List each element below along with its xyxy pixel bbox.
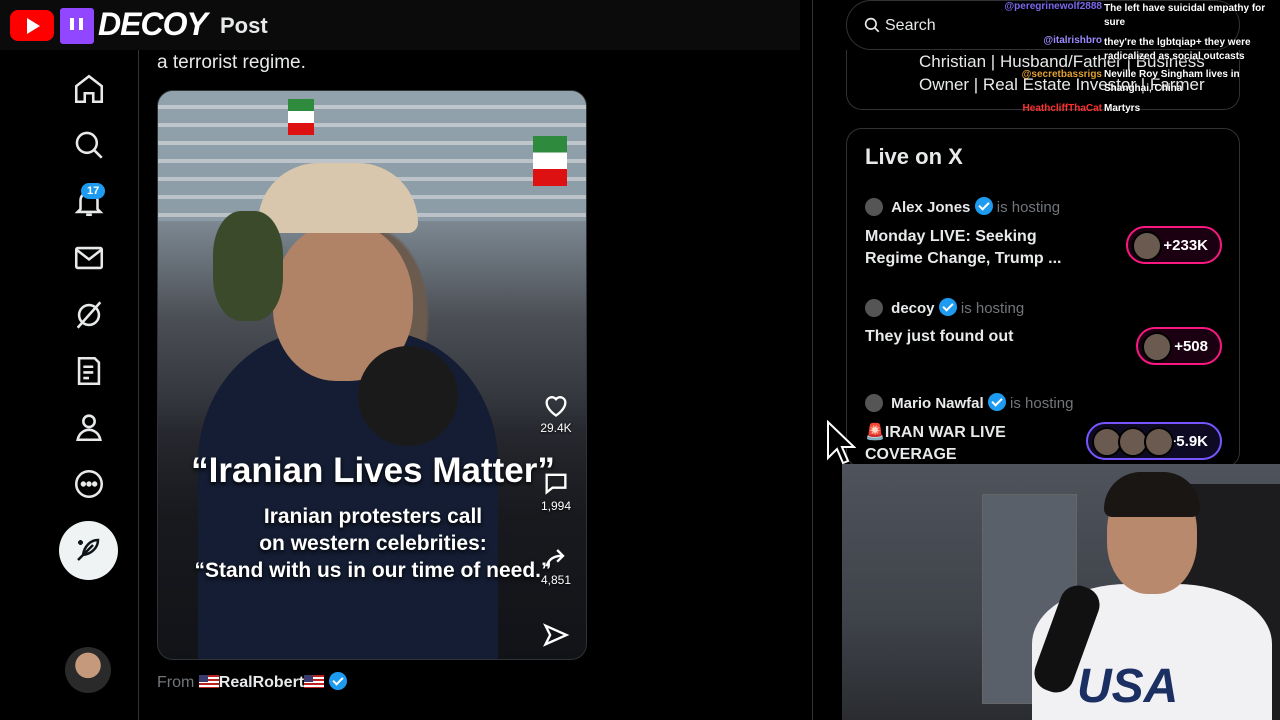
chat-username: @italrishbro (1043, 35, 1102, 46)
verified-badge-icon (974, 197, 993, 215)
post-source: From RealRobert (157, 672, 347, 692)
column-divider (812, 0, 813, 720)
live-listeners-button[interactable]: +233K (1126, 226, 1222, 264)
feather-icon (77, 538, 100, 561)
more-icon[interactable] (72, 467, 106, 501)
verified-badge-icon (328, 672, 347, 690)
home-icon[interactable] (72, 72, 106, 106)
chat-username: HeathcliffThaCat (1022, 103, 1102, 114)
from-label: From (157, 674, 195, 691)
live-title-line: Regime Change, Trump ... (865, 250, 1062, 267)
search-input[interactable]: Search (885, 17, 936, 35)
profile-icon[interactable] (72, 410, 106, 444)
messages-icon[interactable] (72, 241, 106, 275)
streamer-hair (1104, 472, 1200, 517)
live-title-line: They just found out (865, 328, 1014, 345)
host-name: Mario Nawfal (891, 395, 984, 412)
chat-username: @peregrinewolf2888 (1004, 1, 1102, 12)
video-comment-button[interactable]: 1,994 (538, 469, 574, 513)
video-microphone (358, 346, 458, 446)
chat-text: Neville Roy Singham lives in Shanghai, C… (1104, 69, 1240, 94)
host-avatar (865, 198, 883, 216)
send-icon (543, 623, 570, 647)
live-title[interactable]: They just found out (865, 326, 1080, 348)
chat-username: @secretbassrigs (1021, 69, 1102, 80)
live-title-line: COVERAGE (865, 446, 957, 463)
page-title: Post (220, 13, 268, 38)
video-hand-gesture (213, 211, 283, 321)
comment-count: 1,994 (540, 499, 572, 513)
live-title[interactable]: Monday LIVE: Seeking Regime Change, Trum… (865, 226, 1080, 270)
nav-divider (138, 50, 139, 720)
hosting-label: is hosting (960, 300, 1025, 317)
us-flag-icon (198, 675, 219, 688)
share-count: 4,851 (540, 573, 572, 587)
iran-flag (288, 99, 314, 135)
iran-flag (533, 136, 567, 186)
live-panel-title: Live on X (865, 144, 963, 169)
live-host-row[interactable]: Alex Jones is hosting (865, 197, 1060, 216)
live-host-row[interactable]: Mario Nawfal is hosting (865, 393, 1073, 412)
mouse-cursor-icon (827, 420, 856, 465)
listener-count: +233K (1163, 236, 1208, 254)
video-like-button[interactable]: 29.4K (538, 391, 574, 435)
notifications-badge: 17 (81, 183, 106, 199)
live-listeners-button[interactable]: +508 (1136, 327, 1222, 365)
compose-post-button[interactable] (59, 521, 118, 580)
caption-line: on western celebrities: (259, 532, 487, 555)
video-caption-title: “Iranian Lives Matter” (191, 451, 555, 490)
youtube-logo-icon (10, 10, 54, 41)
live-title-line: 🚨IRAN WAR LIVE (865, 424, 1006, 441)
verified-badge-icon (938, 298, 957, 316)
stream-branding-bar: DECOY Post (0, 0, 800, 50)
twitch-logo-icon (60, 8, 94, 44)
post-video[interactable]: “Iranian Lives Matter” Iranian protester… (157, 90, 587, 660)
host-name: decoy (891, 300, 935, 317)
channel-name: DECOY (98, 6, 208, 42)
search-icon (864, 17, 880, 33)
chat-text: Martyrs (1104, 103, 1141, 114)
articles-icon[interactable] (72, 354, 106, 388)
chat-text: The left have suicidal empathy for sure (1104, 3, 1266, 28)
chat-message: HeathcliffThaCat Martyrs (996, 102, 1280, 119)
listener-avatar (1144, 427, 1174, 457)
chat-message: @peregrinewolf2888 The left have suicida… (996, 0, 1280, 34)
live-title[interactable]: 🚨IRAN WAR LIVE COVERAGE (865, 422, 1080, 466)
live-on-x-panel: Live on X Alex Jones is hosting Monday L… (846, 128, 1240, 468)
stream-chat-overlay: @peregrinewolf2888 The left have suicida… (996, 0, 1280, 119)
chat-text: they're the lgbtqiap+ they were radicali… (1104, 37, 1251, 62)
host-avatar (865, 394, 883, 412)
hosting-label: is hosting (996, 199, 1061, 216)
chat-message: @italrishbro they're the lgbtqiap+ they … (996, 34, 1280, 68)
heart-icon (545, 396, 567, 417)
verified-badge-icon (987, 393, 1006, 411)
source-username[interactable]: RealRobert (219, 674, 304, 691)
listener-count: +508 (1174, 337, 1208, 355)
live-title-line: Monday LIVE: Seeking (865, 228, 1037, 245)
host-name: Alex Jones (891, 199, 971, 216)
video-caption-subtitle: Iranian protesters call on western celeb… (158, 503, 586, 584)
search-icon[interactable] (72, 128, 106, 162)
video-share-button[interactable]: 4,851 (538, 543, 574, 587)
live-listeners-button[interactable]: +5.9K (1086, 422, 1222, 460)
video-send-button[interactable] (538, 621, 574, 651)
streamer-webcam: USA (842, 464, 1280, 720)
listener-avatar (1132, 231, 1162, 261)
post-text: a terrorist regime. (157, 52, 306, 73)
account-avatar[interactable] (65, 647, 111, 693)
host-avatar (865, 299, 883, 317)
chat-message: @secretbassrigs Neville Roy Singham live… (996, 68, 1280, 102)
listener-avatar (1142, 332, 1172, 362)
caption-line: “Stand with us in our time of need.” (194, 559, 552, 582)
hosting-label: is hosting (1010, 395, 1074, 412)
live-host-row[interactable]: decoy is hosting (865, 298, 1024, 317)
us-flag-icon (304, 675, 325, 688)
share-icon (545, 549, 565, 567)
like-count: 29.4K (540, 421, 572, 435)
jersey-lettering: USA (1077, 660, 1179, 713)
grok-icon[interactable] (72, 298, 106, 332)
comment-icon (545, 473, 567, 495)
caption-line: Iranian protesters call (263, 505, 483, 528)
